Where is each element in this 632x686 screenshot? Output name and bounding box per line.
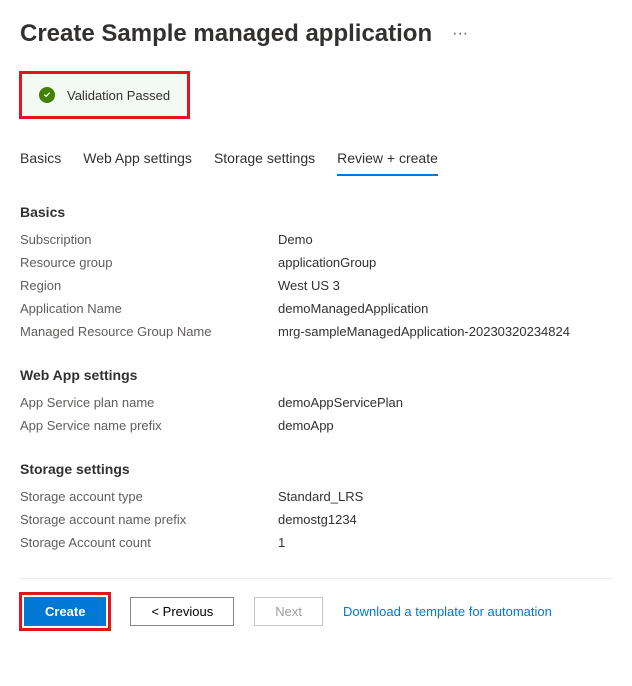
label: Storage account type: [20, 489, 278, 504]
download-template-link[interactable]: Download a template for automation: [343, 604, 552, 619]
create-button[interactable]: Create: [24, 597, 106, 626]
value: West US 3: [278, 278, 340, 293]
label: Region: [20, 278, 278, 293]
section-webapp-settings: Web App settings App Service plan name d…: [20, 367, 612, 433]
row-storage-account-name-prefix: Storage account name prefix demostg1234: [20, 512, 612, 527]
label: Subscription: [20, 232, 278, 247]
row-resource-group: Resource group applicationGroup: [20, 255, 612, 270]
row-subscription: Subscription Demo: [20, 232, 612, 247]
value: demoManagedApplication: [278, 301, 428, 316]
section-storage-settings: Storage settings Storage account type St…: [20, 461, 612, 550]
create-button-highlight: Create: [20, 593, 110, 630]
row-app-service-plan-name: App Service plan name demoAppServicePlan: [20, 395, 612, 410]
section-title-basics: Basics: [20, 204, 612, 220]
label: App Service name prefix: [20, 418, 278, 433]
row-managed-resource-group-name: Managed Resource Group Name mrg-sampleMa…: [20, 324, 612, 339]
page-title: Create Sample managed application: [20, 20, 432, 48]
section-title-storage: Storage settings: [20, 461, 612, 477]
value: Standard_LRS: [278, 489, 363, 504]
section-title-webapp: Web App settings: [20, 367, 612, 383]
value: applicationGroup: [278, 255, 376, 270]
tab-webapp-settings[interactable]: Web App settings: [83, 146, 192, 176]
label: Managed Resource Group Name: [20, 324, 278, 339]
row-storage-account-count: Storage Account count 1: [20, 535, 612, 550]
tabs: Basics Web App settings Storage settings…: [20, 146, 612, 176]
section-basics: Basics Subscription Demo Resource group …: [20, 204, 612, 339]
validation-message: Validation Passed: [67, 88, 170, 103]
row-region: Region West US 3: [20, 278, 612, 293]
label: App Service plan name: [20, 395, 278, 410]
row-storage-account-type: Storage account type Standard_LRS: [20, 489, 612, 504]
validation-banner: Validation Passed: [20, 72, 189, 118]
tab-basics[interactable]: Basics: [20, 146, 61, 176]
value: Demo: [278, 232, 313, 247]
check-circle-icon: [39, 87, 55, 103]
row-app-service-name-prefix: App Service name prefix demoApp: [20, 418, 612, 433]
value: demoAppServicePlan: [278, 395, 403, 410]
previous-button[interactable]: < Previous: [130, 597, 234, 626]
value: mrg-sampleManagedApplication-20230320234…: [278, 324, 570, 339]
label: Storage Account count: [20, 535, 278, 550]
row-application-name: Application Name demoManagedApplication: [20, 301, 612, 316]
value: 1: [278, 535, 285, 550]
footer: Create < Previous Next Download a templa…: [20, 578, 612, 630]
tab-review-create[interactable]: Review + create: [337, 146, 438, 176]
label: Application Name: [20, 301, 278, 316]
value: demostg1234: [278, 512, 357, 527]
value: demoApp: [278, 418, 334, 433]
tab-storage-settings[interactable]: Storage settings: [214, 146, 315, 176]
page-header: Create Sample managed application ···: [20, 20, 612, 48]
next-button: Next: [254, 597, 323, 626]
label: Resource group: [20, 255, 278, 270]
more-icon[interactable]: ···: [448, 21, 472, 47]
label: Storage account name prefix: [20, 512, 278, 527]
